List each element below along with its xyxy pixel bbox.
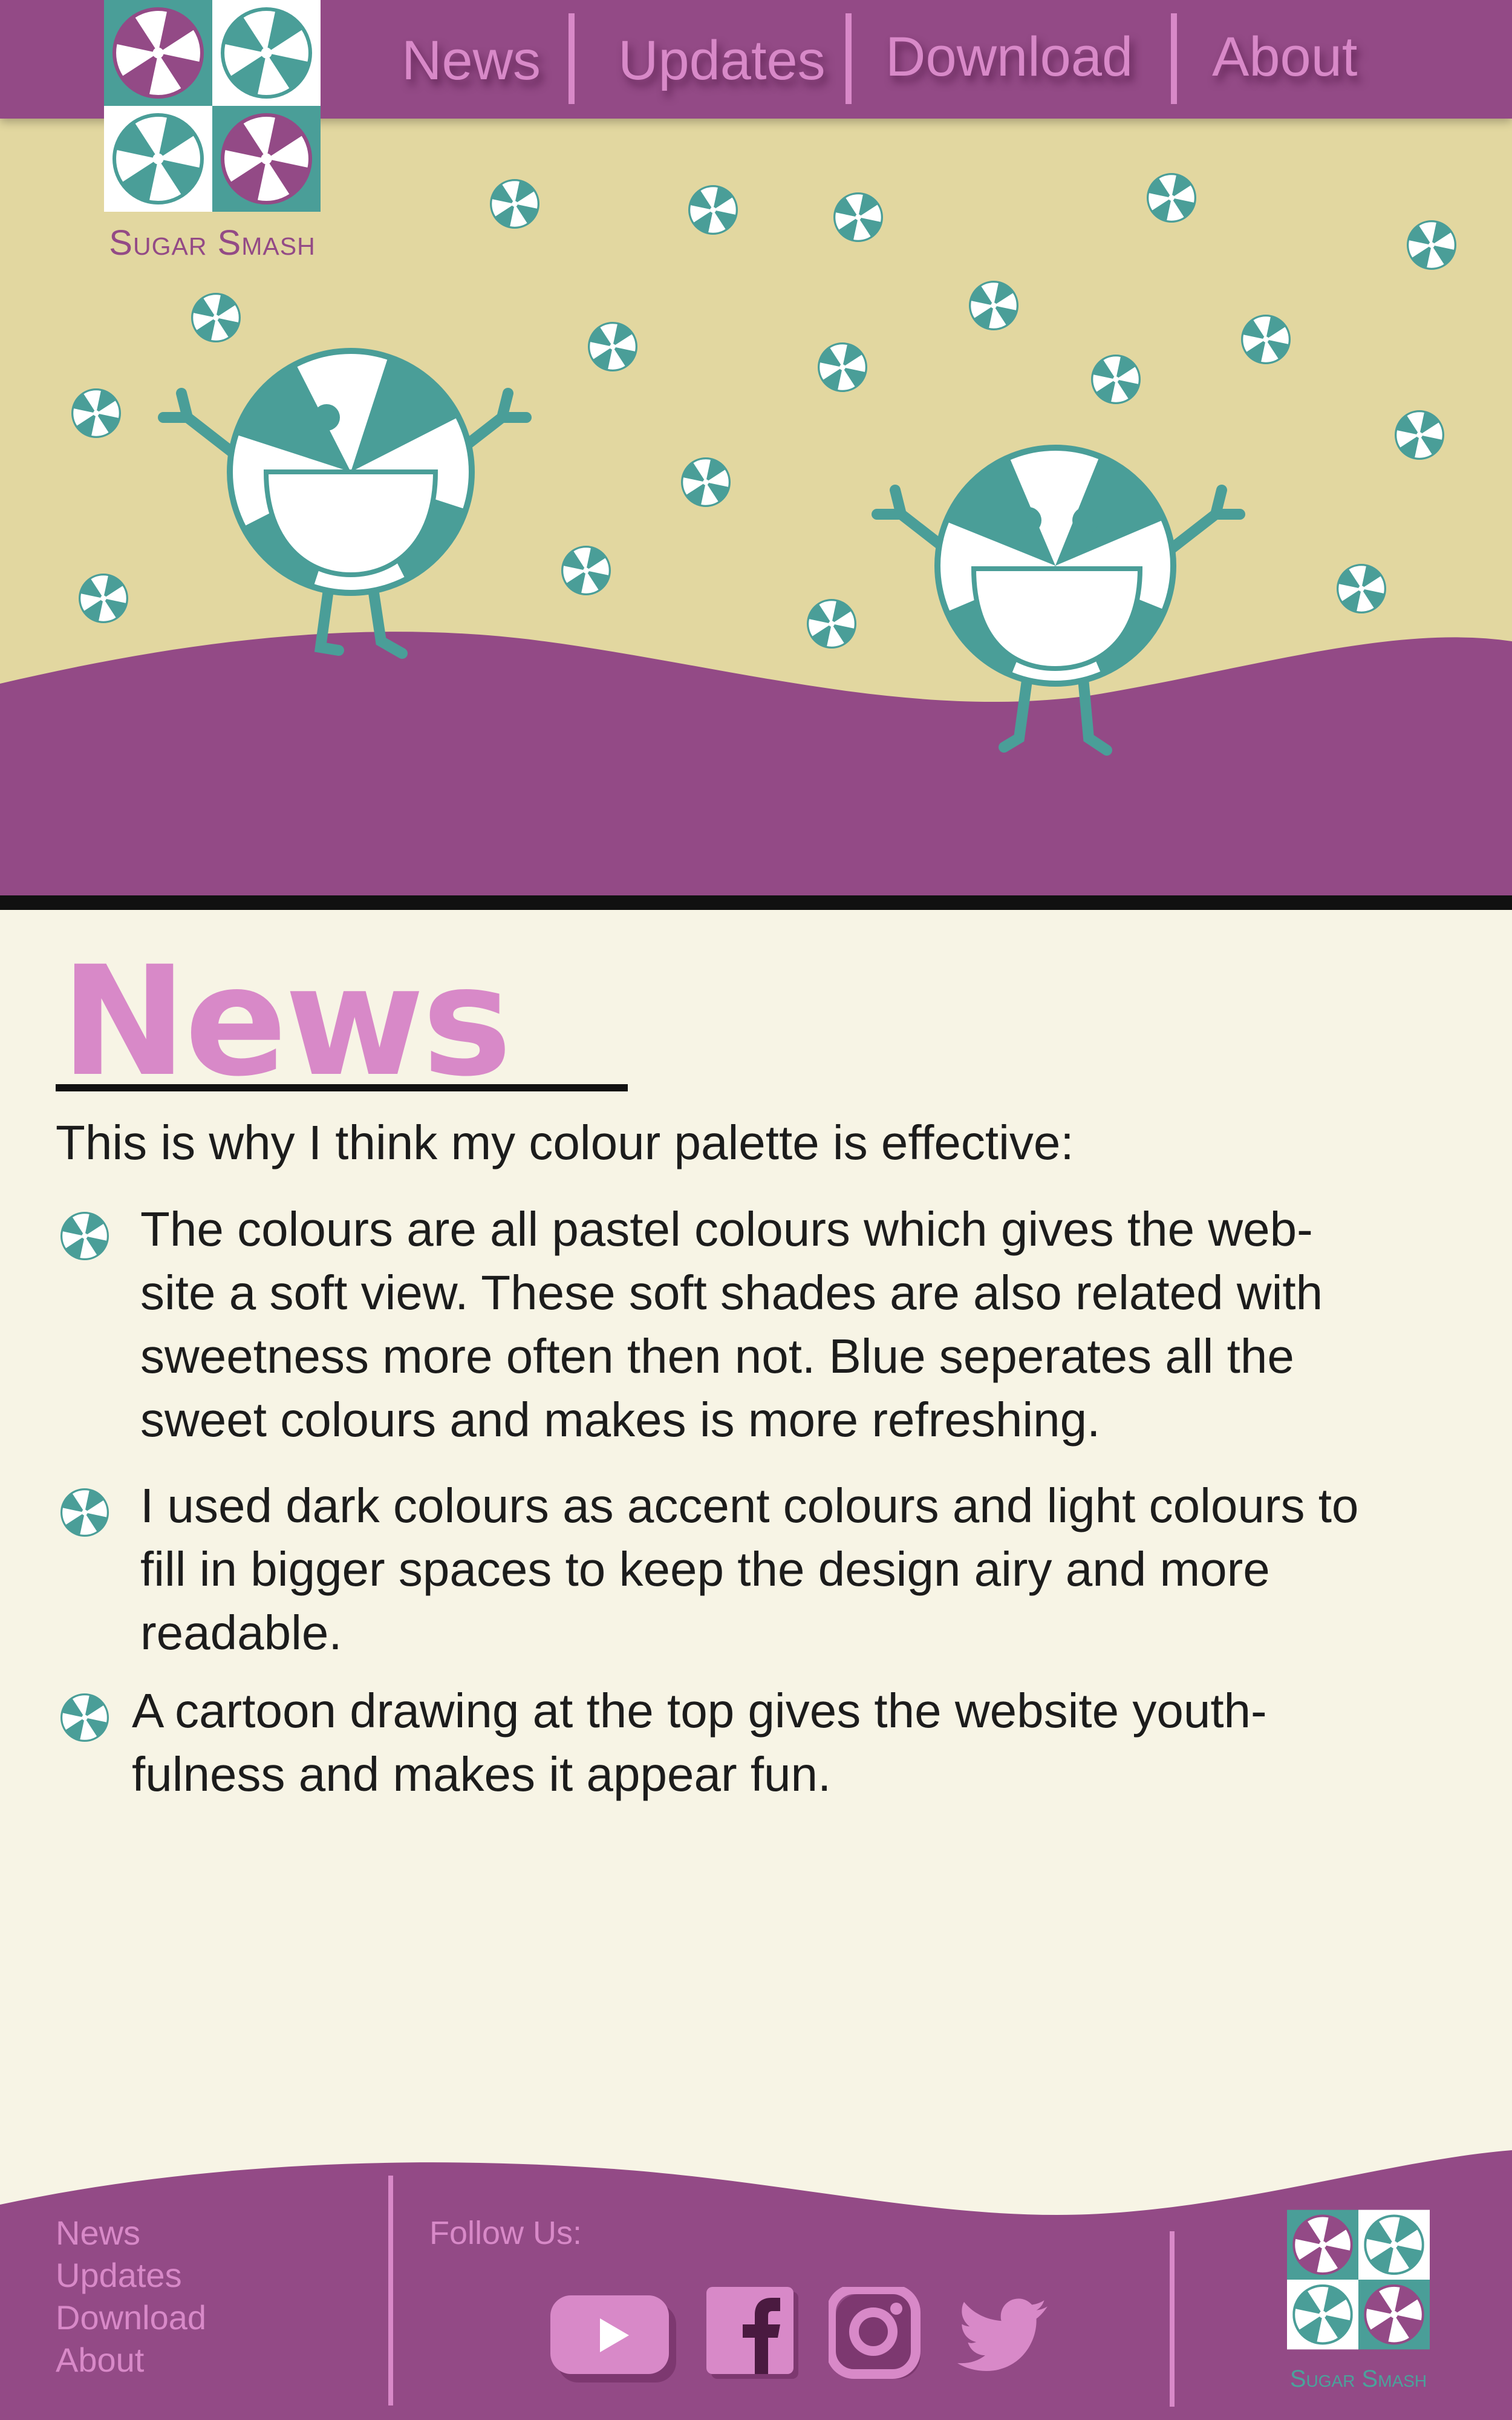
- intro-text: This is why I think my colour palette is…: [56, 1116, 1074, 1169]
- title-underline: [56, 1084, 628, 1091]
- facebook-icon[interactable]: [705, 2286, 802, 2382]
- list-item-text: I used dark colours as accent colours an…: [140, 1479, 1359, 1660]
- peppermint-candy-icon: [60, 1212, 109, 1260]
- footer-link-about[interactable]: About: [56, 2339, 144, 2381]
- footer-separator: [388, 2176, 393, 2405]
- hero-divider: [0, 895, 1512, 910]
- footer-link-news[interactable]: News: [56, 2212, 140, 2254]
- instagram-icon[interactable]: [829, 2287, 925, 2384]
- follow-us-label: Follow Us:: [429, 2215, 582, 2251]
- nav-news[interactable]: News: [402, 24, 541, 97]
- footer-brand-logo[interactable]: [1287, 2208, 1430, 2351]
- nav-about[interactable]: About: [1212, 21, 1357, 93]
- footer-brand-name: Sugar Smash: [1289, 2366, 1427, 2392]
- footer-link-updates[interactable]: Updates: [56, 2254, 182, 2297]
- nav-updates[interactable]: Updates: [618, 24, 826, 97]
- youtube-icon[interactable]: [548, 2293, 676, 2384]
- peppermint-candy-icon: [60, 1488, 109, 1537]
- hero-banner: News Updates Download About Sugar Smash: [0, 0, 1512, 895]
- nav-separator: [1171, 13, 1177, 104]
- main-content: News This is why I think my colour palet…: [0, 910, 1512, 2180]
- peppermint-candy-icon: [60, 1693, 109, 1742]
- list-item-text: A cartoon drawing at the top gives the w…: [132, 1684, 1267, 1801]
- nav-separator: [569, 13, 575, 104]
- footer: News Updates Download About Follow Us: S…: [0, 2142, 1512, 2420]
- candy-character-left-body: [227, 348, 475, 596]
- nav-download[interactable]: Download: [885, 21, 1133, 93]
- candy-character-right-body: [934, 445, 1176, 687]
- brand-name: Sugar Smash: [109, 223, 316, 263]
- footer-separator: [1170, 2231, 1175, 2407]
- page-title: News: [60, 934, 512, 1110]
- nav-separator: [846, 13, 852, 104]
- brand-logo[interactable]: [104, 0, 321, 212]
- list-item-text: The colours are all pastel colours which…: [140, 1202, 1323, 1447]
- twitter-icon[interactable]: [956, 2293, 1052, 2378]
- footer-link-download[interactable]: Download: [56, 2297, 206, 2339]
